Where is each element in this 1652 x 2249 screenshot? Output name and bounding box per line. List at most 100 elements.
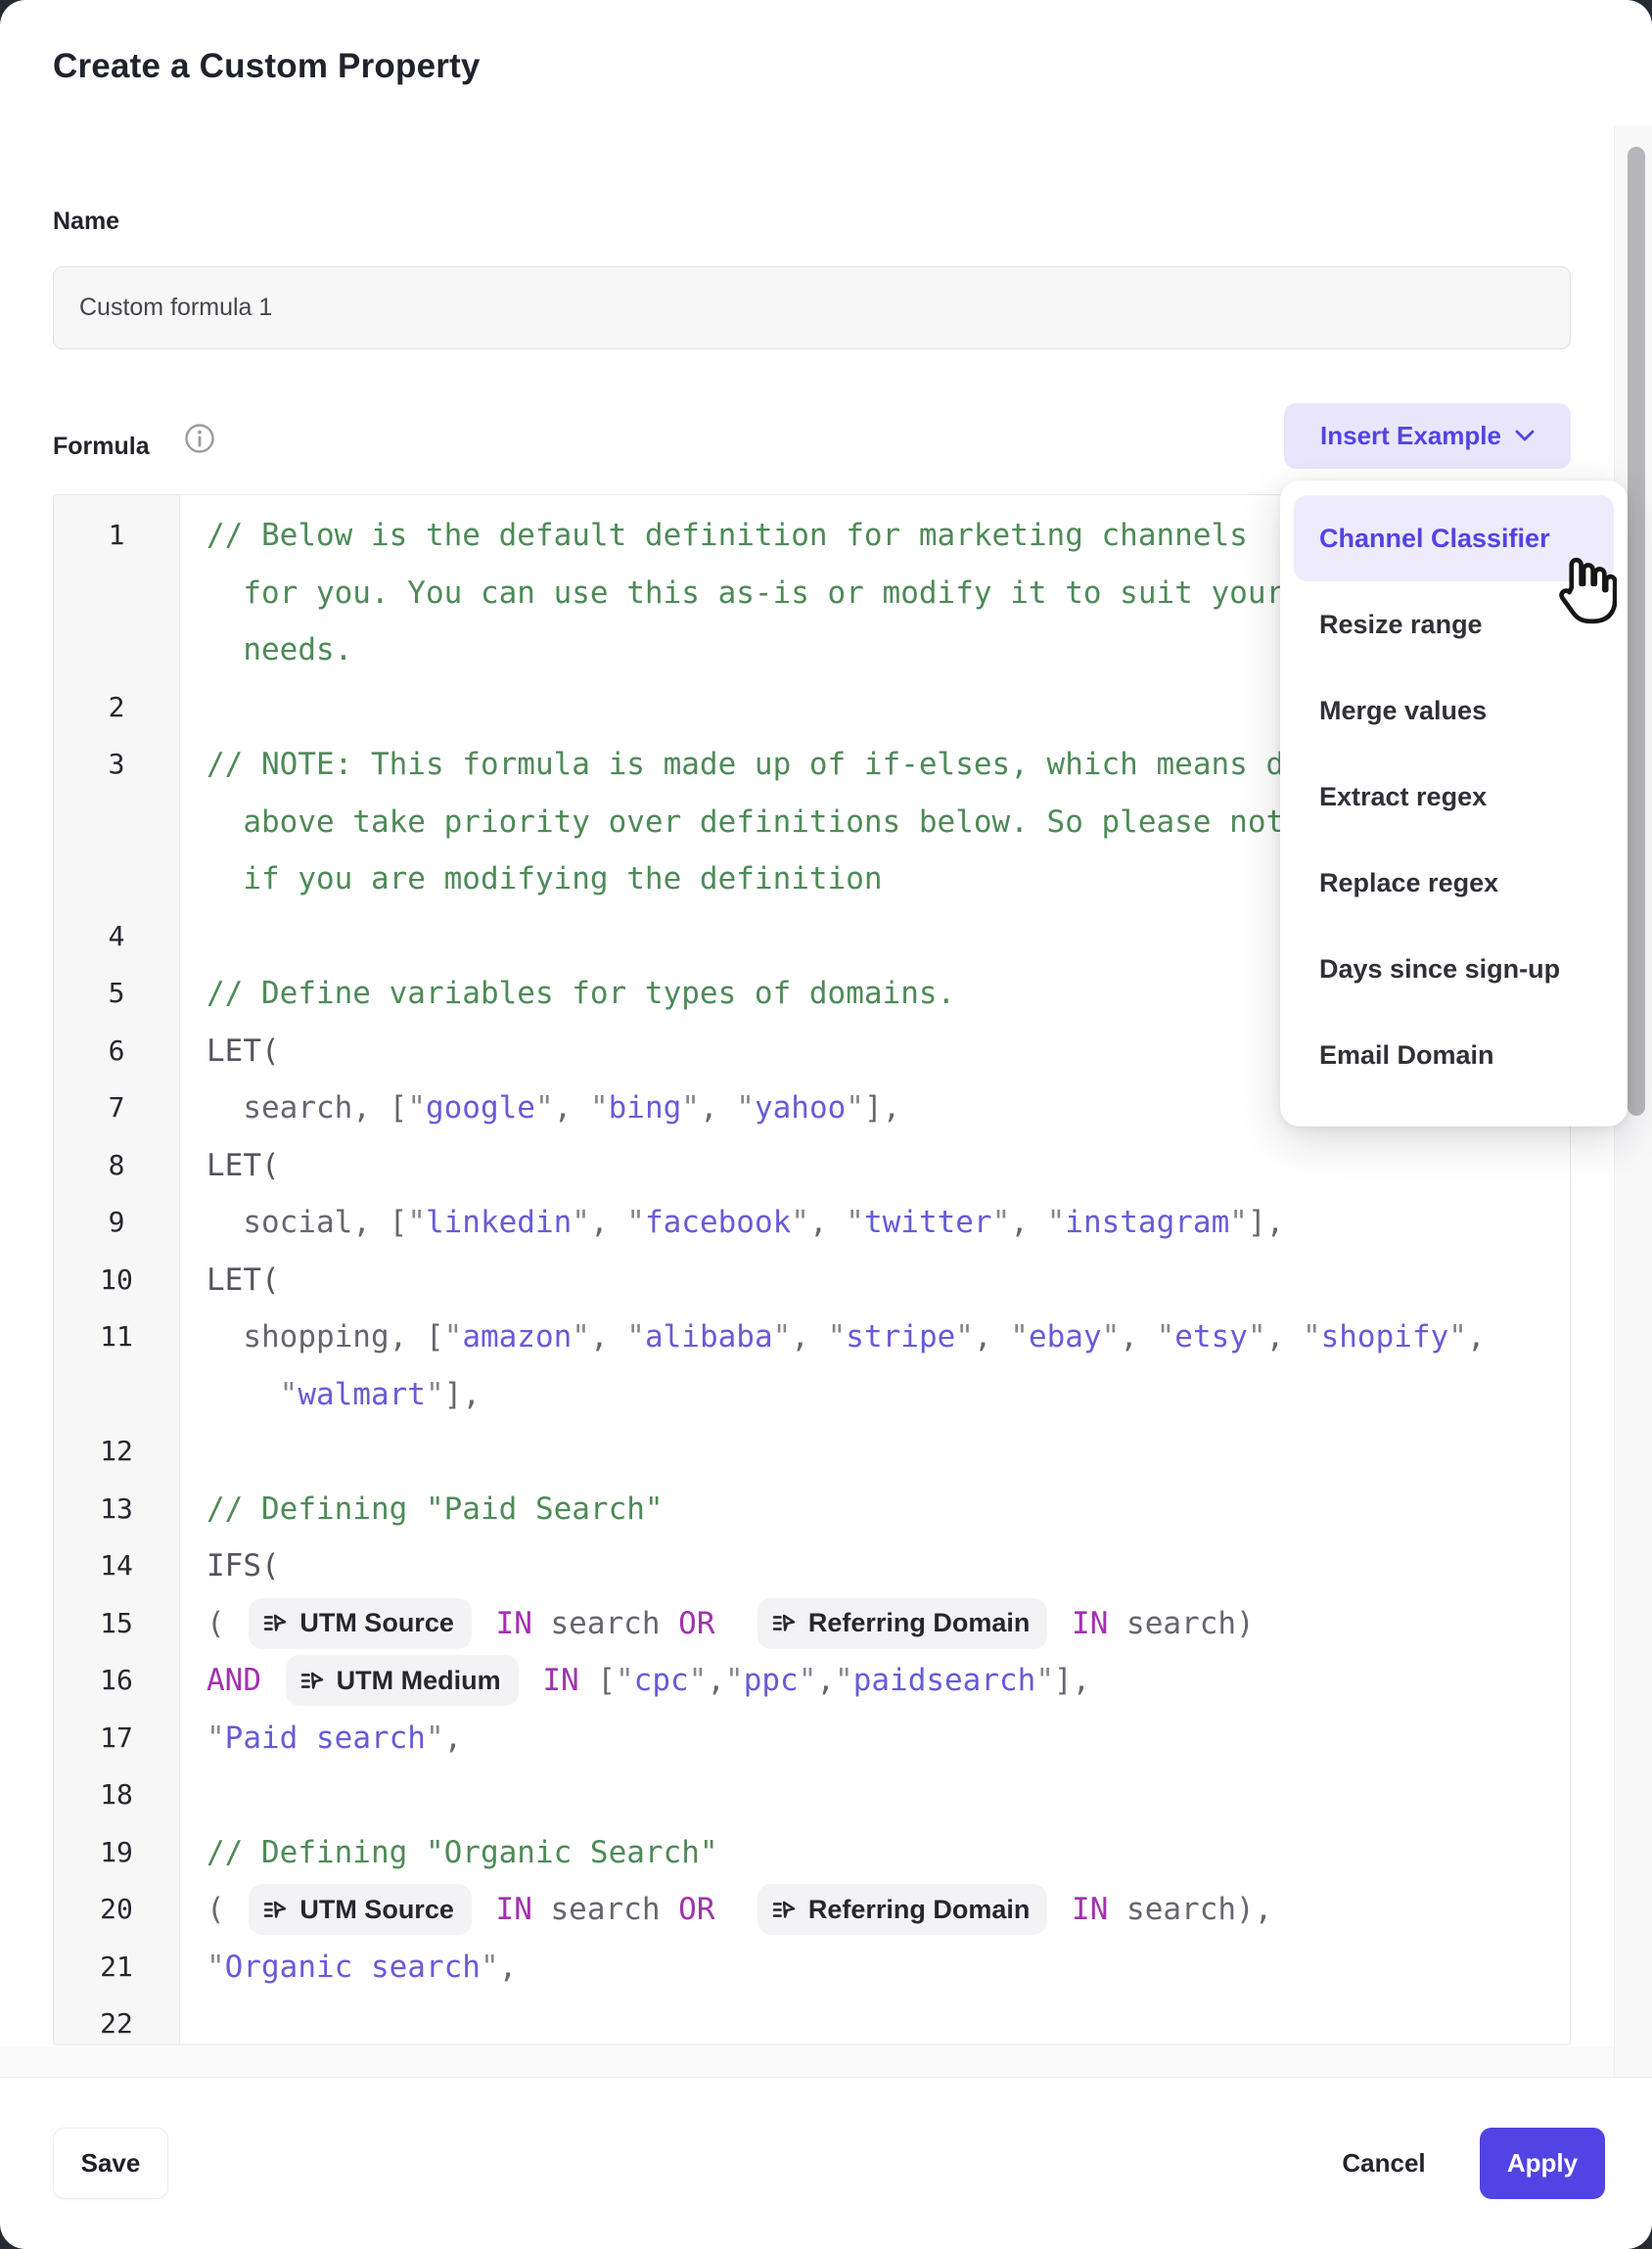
code-token: // Below is the default definition for m… <box>206 518 1248 553</box>
code-token: ], <box>864 1090 900 1125</box>
code-token: " <box>407 1090 426 1125</box>
code-token: " <box>992 1205 1011 1240</box>
code-token: " <box>1102 1319 1121 1354</box>
code-token: walmart <box>298 1377 426 1412</box>
code-cell: "Paid search", <box>179 1710 1570 1767</box>
code-cell: ( UTM Source IN search OR Referring Doma… <box>179 1881 1570 1939</box>
code-token: " <box>791 1205 809 1240</box>
code-token: if you are modifying the definition <box>206 861 883 896</box>
code-line: 22 <box>54 1996 1570 2045</box>
code-token: alibaba <box>645 1319 773 1354</box>
code-token: for you. You can use this as-is or modif… <box>206 575 1284 611</box>
code-token: LET( <box>206 1262 280 1298</box>
code-token: shopping, [ <box>206 1319 444 1354</box>
line-number: 7 <box>54 1079 179 1137</box>
code-token <box>525 1663 543 1698</box>
line-number: 14 <box>54 1538 179 1595</box>
line-number: 5 <box>54 965 179 1023</box>
code-token: search), <box>1108 1892 1272 1927</box>
code-token: " <box>426 1721 444 1756</box>
field-token-icon <box>262 1610 289 1636</box>
code-token: " <box>773 1319 792 1354</box>
code-line: 12 <box>54 1423 1570 1481</box>
code-token: IN <box>1072 1606 1108 1641</box>
code-token: instagram <box>1065 1205 1229 1240</box>
field-token-pill[interactable]: UTM Source <box>249 1598 472 1649</box>
code-cell: ( UTM Source IN search OR Referring Doma… <box>179 1595 1570 1653</box>
field-token-pill[interactable]: UTM Medium <box>286 1655 519 1706</box>
code-line: 17"Paid search", <box>54 1710 1570 1767</box>
menu-item-resize-range[interactable]: Resize range <box>1294 581 1614 667</box>
name-input[interactable]: Custom formula 1 <box>53 266 1571 349</box>
code-token: " <box>1448 1319 1467 1354</box>
insert-example-button[interactable]: Insert Example <box>1284 403 1571 469</box>
code-token: ( <box>206 1606 243 1641</box>
code-token: " <box>725 1663 744 1698</box>
code-cell: // Defining "Organic Search" <box>179 1824 1570 1882</box>
code-token: ], <box>1054 1663 1090 1698</box>
code-cell: shopping, ["amazon", "alibaba", "stripe"… <box>179 1308 1570 1423</box>
code-token: " <box>1157 1319 1175 1354</box>
code-token: // Defining "Organic Search" <box>206 1835 718 1870</box>
code-line: 15( UTM Source IN search OR Referring Do… <box>54 1595 1570 1653</box>
code-token: " <box>846 1205 864 1240</box>
menu-item-extract-regex[interactable]: Extract regex <box>1294 754 1614 840</box>
insert-example-label: Insert Example <box>1320 421 1501 451</box>
code-token: LET( <box>206 1033 280 1069</box>
menu-item-replace-regex[interactable]: Replace regex <box>1294 840 1614 926</box>
code-token: ebay <box>1029 1319 1102 1354</box>
code-token: search <box>532 1892 678 1927</box>
code-token: , <box>444 1721 463 1756</box>
code-token: ( <box>206 1892 243 1927</box>
code-segment <box>206 1996 1570 2045</box>
field-token-pill[interactable]: Referring Domain <box>757 1598 1048 1649</box>
line-number: 18 <box>54 1767 179 1824</box>
menu-item-days-since-sign-up[interactable]: Days since sign-up <box>1294 926 1614 1012</box>
code-token: " <box>206 1950 225 1985</box>
code-token: , <box>1120 1319 1156 1354</box>
line-number: 15 <box>54 1595 179 1653</box>
code-token: " <box>799 1663 817 1698</box>
code-token: " <box>572 1319 590 1354</box>
field-token-pill[interactable]: Referring Domain <box>757 1884 1048 1935</box>
field-token-icon <box>771 1610 798 1636</box>
code-cell: "Organic search", <box>179 1939 1570 1997</box>
code-token: " <box>681 1090 700 1125</box>
code-token: , <box>707 1663 725 1698</box>
code-token: IN <box>496 1892 532 1927</box>
code-token: google <box>426 1090 535 1125</box>
code-token: " <box>955 1319 974 1354</box>
code-token: , <box>816 1663 835 1698</box>
info-icon[interactable] <box>184 423 215 454</box>
formula-label: Formula <box>53 433 150 461</box>
field-token-icon <box>299 1668 326 1694</box>
apply-button[interactable]: Apply <box>1480 2128 1605 2199</box>
code-token: ], <box>1248 1205 1284 1240</box>
field-token-pill[interactable]: UTM Source <box>249 1884 472 1935</box>
menu-item-channel-classifier[interactable]: Channel Classifier <box>1294 495 1614 581</box>
menu-item-merge-values[interactable]: Merge values <box>1294 667 1614 754</box>
menu-item-email-domain[interactable]: Email Domain <box>1294 1012 1614 1098</box>
code-line: 9 social, ["linkedin", "facebook", "twit… <box>54 1194 1570 1252</box>
name-label: Name <box>53 207 119 236</box>
code-token <box>715 1606 752 1641</box>
code-line: 18 <box>54 1767 1570 1824</box>
code-segment: "Organic search", <box>206 1939 1570 1997</box>
code-segment: social, ["linkedin", "facebook", "twitte… <box>206 1194 1570 1252</box>
code-token: " <box>535 1090 554 1125</box>
code-token: IFS( <box>206 1548 280 1583</box>
code-cell: AND UTM Medium IN ["cpc","ppc","paidsear… <box>179 1652 1570 1710</box>
line-number: 4 <box>54 908 179 966</box>
cancel-button[interactable]: Cancel <box>1319 2128 1448 2199</box>
scrollbar-thumb[interactable] <box>1628 147 1645 1116</box>
code-token: OR <box>678 1892 714 1927</box>
code-token: AND <box>206 1663 261 1698</box>
code-token: , <box>1467 1319 1486 1354</box>
line-number: 10 <box>54 1252 179 1309</box>
save-button[interactable]: Save <box>53 2128 168 2199</box>
code-segment: LET( <box>206 1137 1570 1195</box>
code-token: " <box>1035 1663 1054 1698</box>
code-token <box>206 1377 280 1412</box>
code-token: ], <box>444 1377 481 1412</box>
code-cell: LET( <box>179 1252 1570 1309</box>
